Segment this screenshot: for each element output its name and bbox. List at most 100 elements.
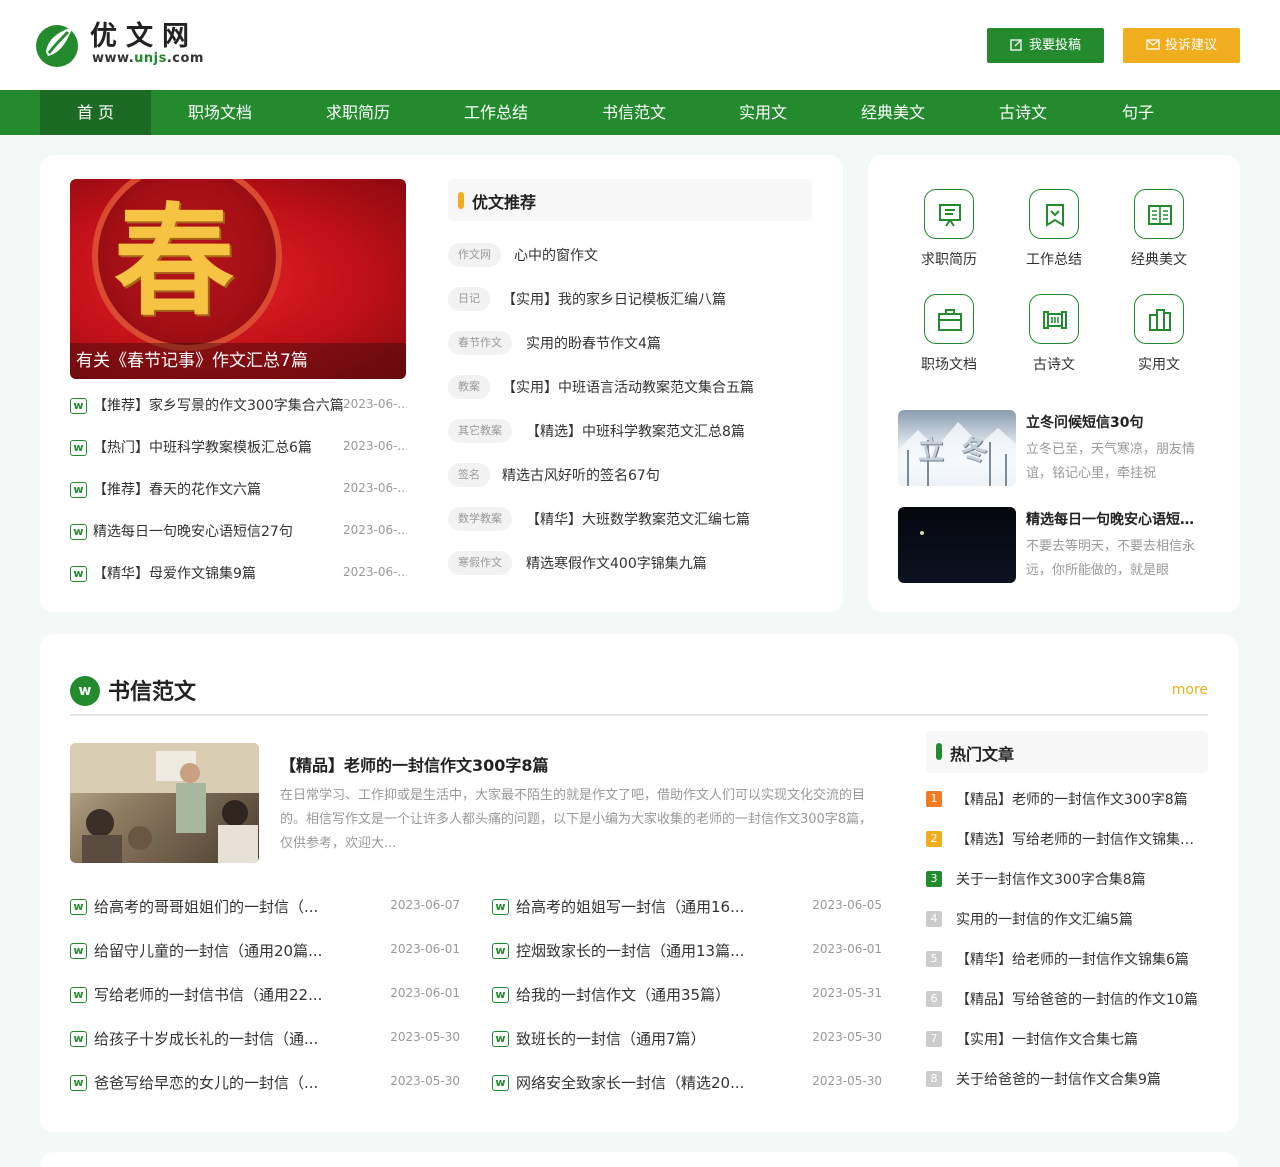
side-news-item[interactable]: 立 冬 立冬问候短信30句 立冬已至，天气寒凉，朋友情谊，铭记心里，牵挂祝 — [898, 410, 1218, 490]
list-item[interactable]: w 写给老师的一封信书信（通用22... 2023-06-01 — [70, 980, 460, 1024]
list-item-title[interactable]: 爸爸写给早恋的女儿的一封信（... — [94, 1072, 344, 1093]
featured-thumbnail[interactable] — [70, 743, 259, 863]
tag-badge[interactable]: 日记 — [448, 287, 490, 311]
news-title[interactable]: 立冬问候短信30句 — [1026, 412, 1206, 432]
side-news-item[interactable]: 精选每日一句晚安心语短信27句 不要去等明天，不要去相信永远，你所能做的，就是眼 — [898, 507, 1218, 587]
nav-resume[interactable]: 求职简历 — [303, 90, 413, 135]
list-item-title[interactable]: 【推荐】春天的花作文六篇 — [93, 479, 343, 499]
news-thumbnail[interactable]: 立 冬 — [898, 410, 1016, 486]
recommend-item-title[interactable]: 精选古风好听的签名67句 — [502, 465, 660, 485]
tag-badge[interactable]: 其它教案 — [448, 419, 512, 443]
list-item[interactable]: w 【精华】母爱作文锦集9篇 2023-06-... — [70, 559, 410, 601]
hero-caption[interactable]: 有关《春节记事》作文汇总7篇 — [70, 343, 406, 379]
nav-classic[interactable]: 经典美文 — [838, 90, 948, 135]
hot-item[interactable]: 6 【精品】写给爸爸的一封信的作文10篇 — [926, 987, 1208, 1027]
list-item-title[interactable]: 给高考的哥哥姐姐们的一封信（... — [94, 896, 344, 917]
list-item[interactable]: w 给高考的姐姐写一封信（通用16... 2023-06-05 — [492, 892, 882, 936]
list-item[interactable]: w 给留守儿童的一封信（通用20篇... 2023-06-01 — [70, 936, 460, 980]
recommend-item-title[interactable]: 【实用】中班语言活动教案范文集合五篇 — [502, 377, 754, 397]
list-item-title[interactable]: 给高考的姐姐写一封信（通用16... — [516, 896, 766, 917]
submit-article-button[interactable]: 我要投稿 — [987, 28, 1104, 63]
list-item[interactable]: w 给高考的哥哥姐姐们的一封信（... 2023-06-07 — [70, 892, 460, 936]
complaint-button[interactable]: 投诉建议 — [1123, 28, 1240, 63]
list-item[interactable]: w 给我的一封信作文（通用35篇） 2023-05-31 — [492, 980, 882, 1024]
hero-image[interactable]: 春 有关《春节记事》作文汇总7篇 — [70, 179, 406, 379]
recommend-item[interactable]: 作文网 心中的窗作文 — [448, 241, 828, 285]
hot-item-title[interactable]: 【精品】老师的一封信作文300字8篇 — [956, 789, 1206, 809]
list-item[interactable]: w 致班长的一封信（通用7篇） 2023-05-30 — [492, 1024, 882, 1068]
list-item-title[interactable]: 精选每日一句晚安心语短信27句 — [93, 521, 343, 541]
hot-item-title[interactable]: 【精选】写给老师的一封信作文锦集十篇 — [956, 829, 1206, 849]
nav-poetry[interactable]: 古诗文 — [968, 90, 1078, 135]
hot-item[interactable]: 4 实用的一封信的作文汇编5篇 — [926, 907, 1208, 947]
hot-item[interactable]: 1 【精品】老师的一封信作文300字8篇 — [926, 787, 1208, 827]
recommend-item[interactable]: 寒假作文 精选寒假作文400字锦集九篇 — [448, 549, 828, 593]
list-item-title[interactable]: 写给老师的一封信书信（通用22... — [94, 984, 344, 1005]
recommend-item[interactable]: 签名 精选古风好听的签名67句 — [448, 461, 828, 505]
recommend-item-title[interactable]: 【实用】我的家乡日记模板汇编八篇 — [502, 289, 726, 309]
recommend-item[interactable]: 春节作文 实用的盼春节作文4篇 — [448, 329, 828, 373]
list-item[interactable]: w 网络安全致家长一封信（精选20... 2023-05-30 — [492, 1068, 882, 1112]
nav-home[interactable]: 首 页 — [40, 90, 151, 135]
list-item-title[interactable]: 【推荐】家乡写景的作文300字集合六篇 — [93, 395, 343, 415]
hot-item[interactable]: 7 【实用】一封信作文合集七篇 — [926, 1027, 1208, 1067]
hot-item-title[interactable]: 关于一封信作文300字合集8篇 — [956, 869, 1206, 889]
nav-summary[interactable]: 工作总结 — [441, 90, 551, 135]
hot-item[interactable]: 8 关于给爸爸的一封信作文合集9篇 — [926, 1067, 1208, 1107]
list-item-title[interactable]: 网络安全致家长一封信（精选20... — [516, 1072, 766, 1093]
tag-badge[interactable]: 签名 — [448, 463, 490, 487]
tag-badge[interactable]: 春节作文 — [448, 331, 512, 355]
list-item-title[interactable]: 【热门】中班科学教案模板汇总6篇 — [93, 437, 343, 457]
site-logo[interactable]: 优文网 www.unjs.com — [34, 20, 214, 70]
hot-item-title[interactable]: 关于给爸爸的一封信作文合集9篇 — [956, 1069, 1206, 1089]
list-item-title[interactable]: 给孩子十岁成长礼的一封信（通... — [94, 1028, 344, 1049]
hot-item-title[interactable]: 【精华】给老师的一封信作文锦集6篇 — [956, 949, 1206, 969]
list-item[interactable]: w 【推荐】家乡写景的作文300字集合六篇 2023-06-... — [70, 391, 410, 433]
news-thumbnail[interactable] — [898, 507, 1016, 583]
nav-practical[interactable]: 实用文 — [708, 90, 818, 135]
list-item[interactable]: w 【推荐】春天的花作文六篇 2023-06-... — [70, 475, 410, 517]
list-item-title[interactable]: 给我的一封信作文（通用35篇） — [516, 984, 766, 1005]
recommend-item[interactable]: 其它教案 【精选】中班科学教案范文汇总8篇 — [448, 417, 828, 461]
hot-item-title[interactable]: 【实用】一封信作文合集七篇 — [956, 1029, 1206, 1049]
category-poetry[interactable]: 古诗文 — [1009, 294, 1099, 389]
category-summary[interactable]: 工作总结 — [1009, 189, 1099, 284]
category-resume[interactable]: 求职简历 — [904, 189, 994, 284]
news-title[interactable]: 精选每日一句晚安心语短信27句 — [1026, 509, 1206, 529]
hot-item[interactable]: 5 【精华】给老师的一封信作文锦集6篇 — [926, 947, 1208, 987]
recommend-item[interactable]: 日记 【实用】我的家乡日记模板汇编八篇 — [448, 285, 828, 329]
recommend-item[interactable]: 教案 【实用】中班语言活动教案范文集合五篇 — [448, 373, 828, 417]
category-classic[interactable]: 经典美文 — [1114, 189, 1204, 284]
category-practical[interactable]: 实用文 — [1114, 294, 1204, 389]
recommend-item-title[interactable]: 【精华】大班数学教案范文汇编七篇 — [526, 509, 750, 529]
recommend-item-title[interactable]: 精选寒假作文400字锦集九篇 — [526, 553, 707, 573]
list-item-title[interactable]: 控烟致家长的一封信（通用13篇... — [516, 940, 766, 961]
list-item[interactable]: w 爸爸写给早恋的女儿的一封信（... 2023-05-30 — [70, 1068, 460, 1112]
hot-item[interactable]: 2 【精选】写给老师的一封信作文锦集十篇 — [926, 827, 1208, 867]
list-item[interactable]: w 控烟致家长的一封信（通用13篇... 2023-06-01 — [492, 936, 882, 980]
list-item[interactable]: w 给孩子十岁成长礼的一封信（通... 2023-05-30 — [70, 1024, 460, 1068]
category-workplace[interactable]: 职场文档 — [904, 294, 994, 389]
hot-item-title[interactable]: 【精品】写给爸爸的一封信的作文10篇 — [956, 989, 1206, 1009]
list-item-date: 2023-06-01 — [812, 942, 882, 956]
featured-title[interactable]: 【精品】老师的一封信作文300字8篇 — [280, 752, 549, 776]
list-item-title[interactable]: 给留守儿童的一封信（通用20篇... — [94, 940, 344, 961]
nav-letters[interactable]: 书信范文 — [579, 90, 689, 135]
tag-badge[interactable]: 作文网 — [448, 243, 501, 267]
nav-workplace[interactable]: 职场文档 — [165, 90, 275, 135]
tag-badge[interactable]: 数学教案 — [448, 507, 512, 531]
hot-item-title[interactable]: 实用的一封信的作文汇编5篇 — [956, 909, 1206, 929]
recommend-item-title[interactable]: 实用的盼春节作文4篇 — [526, 333, 661, 353]
list-item-title[interactable]: 【精华】母爱作文锦集9篇 — [93, 563, 343, 583]
tag-badge[interactable]: 教案 — [448, 375, 490, 399]
list-item[interactable]: w 【热门】中班科学教案模板汇总6篇 2023-06-... — [70, 433, 410, 475]
more-link[interactable]: more — [1172, 682, 1208, 698]
nav-sentences[interactable]: 句子 — [1083, 90, 1193, 135]
hot-item[interactable]: 3 关于一封信作文300字合集8篇 — [926, 867, 1208, 907]
recommend-item-title[interactable]: 心中的窗作文 — [514, 245, 598, 265]
list-item-title[interactable]: 致班长的一封信（通用7篇） — [516, 1028, 766, 1049]
list-item[interactable]: w 精选每日一句晚安心语短信27句 2023-06-... — [70, 517, 410, 559]
tag-badge[interactable]: 寒假作文 — [448, 551, 512, 575]
recommend-item[interactable]: 数学教案 【精华】大班数学教案范文汇编七篇 — [448, 505, 828, 549]
recommend-item-title[interactable]: 【精选】中班科学教案范文汇总8篇 — [526, 421, 745, 441]
